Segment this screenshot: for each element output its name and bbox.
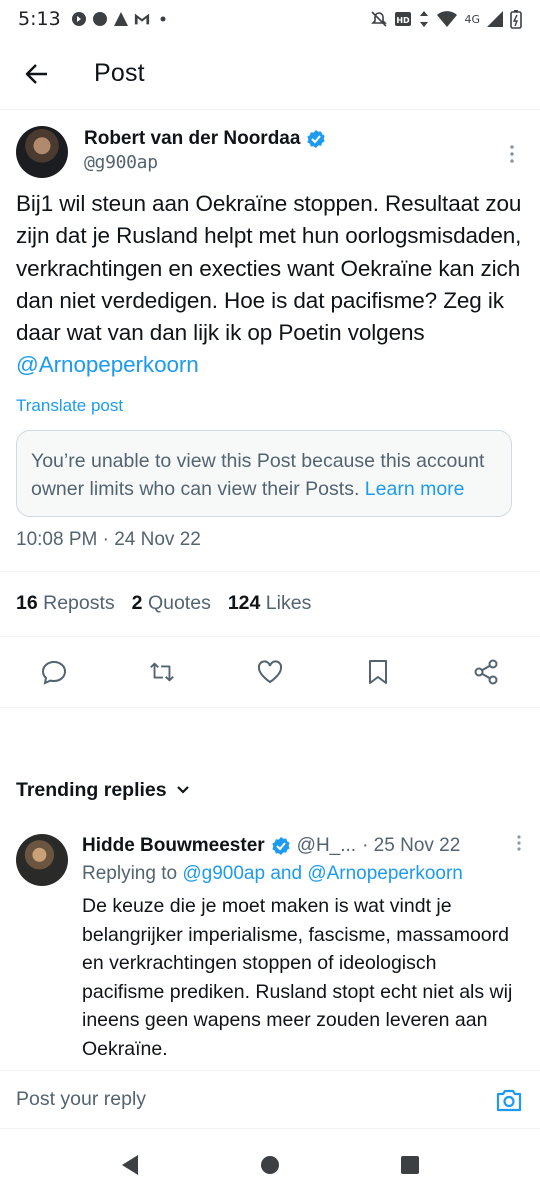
verified-badge-icon	[307, 130, 326, 148]
notification-icons	[71, 11, 171, 27]
camera-icon	[496, 1089, 522, 1111]
replying-and: and	[270, 863, 303, 884]
share-button[interactable]	[472, 658, 500, 686]
reposts-stat[interactable]: 16 Reposts	[16, 592, 115, 615]
compose-bar: Post your reply	[0, 1070, 540, 1128]
replying-handle-link[interactable]: @g900ap and @Arnopeperkoorn	[182, 863, 463, 884]
translate-post-link[interactable]: Translate post	[16, 396, 524, 416]
dot-icon	[160, 16, 166, 22]
back-button[interactable]	[0, 38, 74, 110]
reply-header: Hidde Bouwmeester @H_... · 25 Nov 22	[82, 834, 522, 858]
bookmark-icon	[369, 659, 387, 684]
reply-date: · 25 Nov 22	[362, 835, 461, 856]
reply-body: Hidde Bouwmeester @H_... · 25 Nov 22 Rep…	[82, 834, 522, 1063]
author-info: Robert van der Noordaa @g900ap	[84, 126, 326, 173]
reply-author-avatar[interactable]	[16, 834, 68, 886]
likes-stat[interactable]: 124 Likes	[228, 592, 312, 615]
bookmark-button[interactable]	[364, 658, 392, 686]
chevron-down-icon	[176, 786, 189, 794]
mute-icon	[371, 11, 388, 27]
author-handle[interactable]: @g900ap	[84, 152, 326, 173]
reposts-label: Reposts	[43, 592, 115, 615]
author-avatar[interactable]	[16, 126, 68, 178]
repost-button[interactable]	[148, 658, 176, 686]
reply-icon	[41, 660, 67, 685]
quotes-count: 2	[131, 592, 143, 615]
circle-home-icon	[261, 1155, 279, 1174]
post-text: Bij1 wil steun aan Oekraïne stoppen. Res…	[16, 188, 524, 382]
author-name[interactable]: Robert van der Noordaa	[84, 128, 300, 150]
reply-author-handle[interactable]: @H_...	[297, 835, 356, 857]
triangle-back-icon	[122, 1154, 138, 1175]
app-notification-icon	[71, 12, 86, 26]
signal-icon	[487, 11, 503, 27]
hd-icon: HD	[395, 12, 412, 26]
reply-button[interactable]	[40, 658, 68, 686]
like-button[interactable]	[256, 658, 284, 686]
divider	[0, 706, 540, 708]
nav-recents-button[interactable]	[390, 1145, 430, 1185]
replying-prefix: Replying to	[82, 863, 178, 884]
arrow-left-icon	[25, 63, 47, 84]
svg-text:HD: HD	[397, 16, 411, 25]
square-recents-icon	[401, 1155, 419, 1174]
like-icon	[257, 660, 283, 683]
reply-item[interactable]: Hidde Bouwmeester @H_... · 25 Nov 22 Rep…	[0, 818, 540, 1063]
author-name-row: Robert van der Noordaa	[84, 126, 326, 152]
status-bar: 5:13 HD 4G	[0, 0, 540, 38]
data-arrows-icon	[420, 11, 429, 27]
post-timestamp: 10:08 PM · 24 Nov 22	[16, 528, 201, 550]
system-icons: HD 4G	[370, 9, 522, 29]
chat-notification-icon	[92, 12, 107, 26]
reply-author-name[interactable]: Hidde Bouwmeester	[82, 835, 265, 857]
gmail-icon	[134, 13, 149, 25]
alert-notification-icon	[113, 12, 128, 26]
restricted-quote-card: You’re unable to view this Post because …	[16, 429, 512, 517]
author-row: Robert van der Noordaa @g900ap	[16, 126, 524, 178]
post-stats: 16 Reposts 2 Quotes 124 Likes	[16, 572, 524, 636]
likes-label: Likes	[265, 592, 312, 615]
learn-more-link[interactable]: Learn more	[365, 478, 465, 500]
status-time: 5:13	[18, 8, 61, 30]
reply-more-button[interactable]	[516, 834, 522, 858]
action-bar	[16, 637, 524, 707]
replying-to: Replying to @g900ap and @Arnopeperkoorn	[82, 862, 522, 886]
trending-replies-toggle[interactable]: Trending replies	[0, 762, 540, 818]
nav-home-button[interactable]	[250, 1145, 290, 1185]
top-bar: Post	[0, 38, 540, 110]
network-type: 4G	[464, 12, 480, 26]
page-title: Post	[94, 59, 145, 87]
camera-button[interactable]	[494, 1085, 524, 1115]
likes-count: 124	[227, 592, 261, 615]
more-vertical-icon	[517, 835, 521, 851]
mention-link[interactable]: @Arnopeperkoorn	[16, 352, 199, 377]
more-options-button[interactable]	[500, 142, 524, 166]
nav-back-button[interactable]	[110, 1145, 150, 1185]
trending-replies-label: Trending replies	[16, 778, 167, 801]
reply-input[interactable]: Post your reply	[16, 1088, 146, 1111]
wifi-icon	[437, 11, 458, 27]
replying-handle-2: @Arnopeperkoorn	[307, 863, 463, 884]
battery-icon	[510, 10, 522, 29]
quotes-label: Quotes	[147, 592, 211, 615]
main-post: Robert van der Noordaa @g900ap Bij1 wil …	[0, 110, 540, 708]
replying-handle-1: @g900ap	[182, 863, 266, 884]
more-vertical-icon	[510, 145, 514, 163]
quotes-stat[interactable]: 2 Quotes	[132, 592, 211, 615]
reply-text: De keuze die je moet maken is wat vindt …	[82, 895, 513, 1060]
verified-badge-icon	[272, 837, 290, 855]
reposts-count: 16	[16, 592, 38, 615]
share-icon	[474, 659, 498, 685]
system-nav-bar	[0, 1128, 540, 1200]
post-body: Bij1 wil steun aan Oekraïne stoppen. Res…	[16, 191, 522, 346]
repost-icon	[150, 662, 174, 682]
